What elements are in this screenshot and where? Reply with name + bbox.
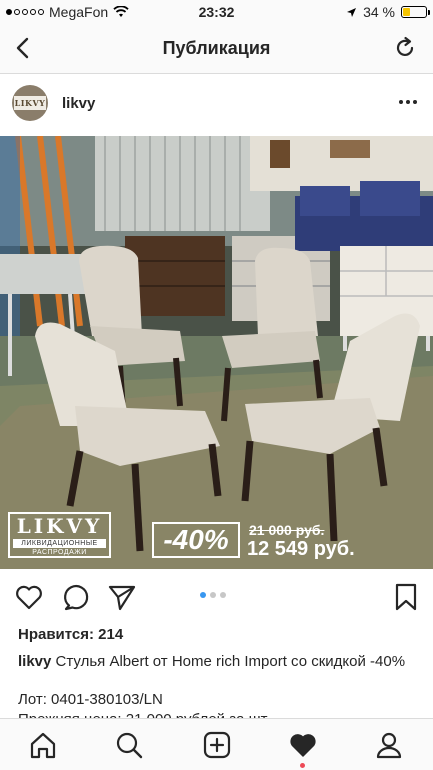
search-icon[interactable] <box>114 730 144 760</box>
carousel-dot <box>210 592 216 598</box>
battery-icon <box>401 6 430 18</box>
heart-icon[interactable] <box>14 582 44 612</box>
caption-text: Стулья Albert от Home rich Import со ски… <box>55 653 406 670</box>
post-photo[interactable]: LIKVY ЛИКВИДАЦИОННЫЕ РАСПРОДАЖИ -40% 21 … <box>0 136 433 569</box>
showroom-photo <box>0 136 433 569</box>
status-bar: MegaFon 23:32 34 % <box>0 0 433 24</box>
promo-brand-tagline-1: ЛИКВИДАЦИОННЫЕ <box>13 539 106 548</box>
add-icon[interactable] <box>202 730 232 760</box>
promo-brand-tagline-2: РАСПРОДАЖИ <box>32 549 87 556</box>
nav-bar: Публикация <box>0 24 433 74</box>
refresh-icon[interactable] <box>391 34 419 62</box>
caption-username[interactable]: likvy <box>18 653 51 670</box>
caption-truncated-line: Прежняя цена: 21 000 рублей за шт. <box>18 710 270 718</box>
profile-icon[interactable] <box>374 730 404 760</box>
battery-fill <box>403 8 411 16</box>
heart-filled-icon[interactable] <box>288 730 318 760</box>
carousel-dots <box>200 592 226 598</box>
carousel-dot <box>200 592 206 598</box>
battery-percent: 34 % <box>363 4 395 20</box>
comment-icon[interactable] <box>61 582 91 612</box>
avatar-logo: LIKVY <box>14 96 46 110</box>
promo-brand-name: LIKVY <box>16 514 103 538</box>
promo-brand-logo: LIKVY ЛИКВИДАЦИОННЫЕ РАСПРОДАЖИ <box>8 512 111 558</box>
promo-discount: -40% <box>152 522 240 558</box>
carousel-dot <box>220 592 226 598</box>
bookmark-icon[interactable] <box>391 582 421 612</box>
avatar[interactable]: LIKVY <box>12 85 48 121</box>
home-icon[interactable] <box>28 730 58 760</box>
promo-new-price: 12 549 руб. <box>247 538 355 560</box>
send-icon[interactable] <box>107 582 137 612</box>
more-icon[interactable] <box>397 93 419 111</box>
post-actions <box>0 570 433 622</box>
promo-old-price: 21 000 руб. <box>249 522 325 538</box>
activity-notification-dot <box>300 763 305 768</box>
tab-bar <box>0 718 433 770</box>
post-header: LIKVY likvy <box>0 75 433 135</box>
status-right: 34 % <box>346 4 430 20</box>
caption: likvy Стулья Albert от Home rich Import … <box>18 652 418 672</box>
likes-count[interactable]: Нравится: 214 <box>18 626 123 643</box>
post-username[interactable]: likvy <box>62 95 95 112</box>
location-arrow-icon <box>347 7 357 17</box>
caption-lot: Лот: 0401-380103/LN <box>18 691 163 708</box>
page-title: Публикация <box>162 38 271 58</box>
